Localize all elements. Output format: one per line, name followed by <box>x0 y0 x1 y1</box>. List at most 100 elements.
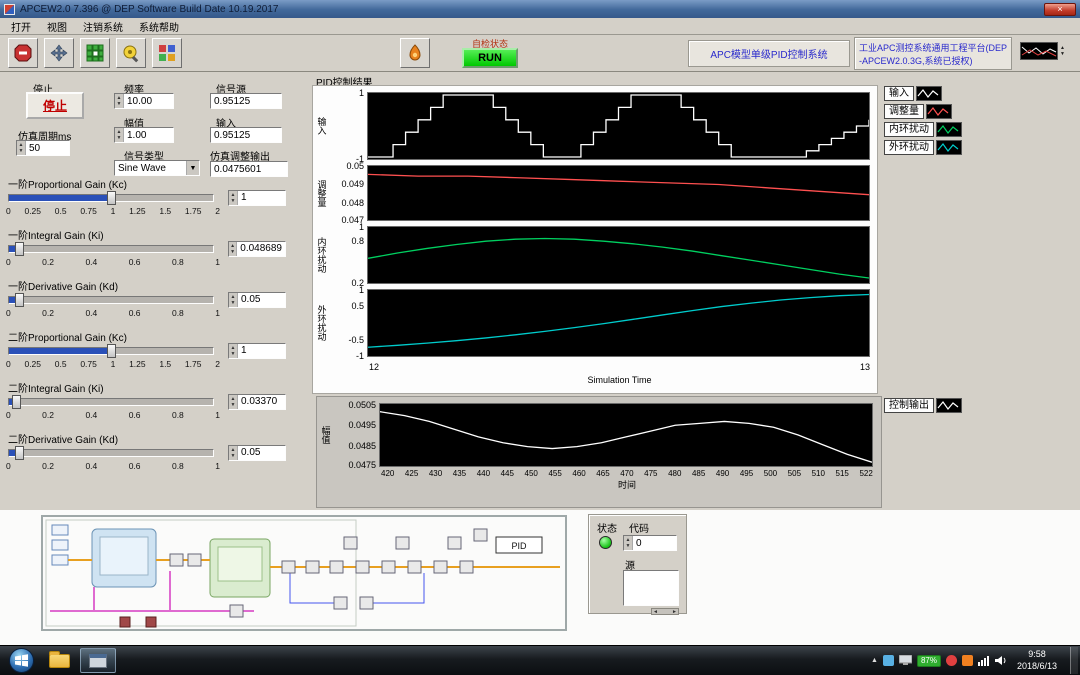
legend-item[interactable]: 输入 <box>884 86 962 101</box>
chevron-down-icon[interactable]: ▼ <box>186 161 199 175</box>
spinner-arrows[interactable]: ▲▼ <box>115 94 124 108</box>
y-tick-label: 0.0485 <box>348 441 376 451</box>
gain-slider: 二阶Integral Gain (Ki) ▲▼ 0.03370 00.20.40… <box>8 380 306 420</box>
source-textbox[interactable] <box>623 570 679 606</box>
spinner-arrows[interactable]: ▲▼ <box>17 141 26 155</box>
slider-track[interactable] <box>8 245 214 253</box>
spinner-arrows[interactable]: ▲▼ <box>229 242 237 256</box>
signal-type-dropdown[interactable]: Sine Wave ▼ <box>114 160 200 176</box>
plot-line <box>368 227 869 283</box>
y-tick-label: 0.0505 <box>348 400 376 410</box>
slider-track[interactable] <box>8 347 214 355</box>
network-icon[interactable] <box>978 655 990 666</box>
x-tick-label: 475 <box>644 469 657 478</box>
alarm-tool-button[interactable] <box>400 38 430 68</box>
taskbar: ▲ 87% 9:58 2018/6/13 <box>0 645 1080 675</box>
slider-value-box[interactable]: ▲▼ 1 <box>228 190 286 206</box>
show-desktop-button[interactable] <box>1070 647 1078 674</box>
spinner-arrows[interactable]: ▲▼ <box>624 536 633 550</box>
output-plot-area <box>379 403 873 467</box>
slider-track[interactable] <box>8 398 214 406</box>
slider-value: 0.048689 <box>237 243 285 254</box>
taskbar-app-button[interactable] <box>80 648 116 673</box>
taskbar-clock[interactable]: 9:58 2018/6/13 <box>1017 649 1057 672</box>
tick-label: 0.5 <box>55 206 67 216</box>
slider-fill <box>9 195 111 201</box>
tray-app-icon-blue[interactable] <box>883 655 894 666</box>
legend-item[interactable]: 调整量 <box>884 104 962 119</box>
y-tick-label: 1 <box>359 285 364 295</box>
menu-open[interactable]: 打开 <box>3 18 39 35</box>
x-tick-label: 430 <box>429 469 442 478</box>
tick-label: 1.25 <box>129 359 146 369</box>
plot-row: 输入1-1 <box>315 92 870 160</box>
spinner-arrows[interactable]: ▲▼ <box>115 128 124 142</box>
tick-label: 0.2 <box>42 410 54 420</box>
spinner-arrows[interactable]: ▲▼ <box>229 446 238 460</box>
block-diagram: PID <box>4 513 586 641</box>
tray-display-icon[interactable] <box>899 655 912 666</box>
source-scrollbar[interactable]: ◄► <box>651 608 679 615</box>
volume-icon[interactable] <box>995 655 1007 666</box>
plot-y-ticks: 10.80.2 <box>329 226 367 284</box>
run-button[interactable]: RUN <box>462 48 518 68</box>
battery-indicator[interactable]: 87% <box>917 655 941 667</box>
x-tick-label: 505 <box>788 469 801 478</box>
slider-value-box[interactable]: ▲▼ 1 <box>228 343 286 359</box>
slider-track[interactable] <box>8 296 214 304</box>
slider-value-box[interactable]: ▲▼ 0.048689 <box>228 241 286 257</box>
probe-tool-button[interactable] <box>116 38 146 68</box>
tray-expand-icon[interactable]: ▲ <box>871 657 878 664</box>
abort-tool-button[interactable] <box>8 38 38 68</box>
slider-thumb[interactable] <box>15 242 24 256</box>
stop-button[interactable]: 停止 <box>26 92 84 119</box>
plot-area <box>367 92 870 160</box>
slider-thumb[interactable] <box>107 344 116 358</box>
palette-tool-button[interactable] <box>152 38 182 68</box>
legend-wave-icon <box>917 87 941 100</box>
slider-thumb[interactable] <box>15 293 24 307</box>
tick-label: 0.5 <box>55 359 67 369</box>
connector-tool-button[interactable] <box>80 38 110 68</box>
spinner-arrows[interactable]: ▲▼ <box>229 344 238 358</box>
legend-item[interactable]: 内环扰动 <box>884 122 962 137</box>
legend-wave-icon <box>937 399 961 412</box>
output-y-ticks: 0.05050.04950.04850.0475 <box>333 403 379 467</box>
slider-track[interactable] <box>8 449 214 457</box>
close-button[interactable]: × <box>1044 3 1076 16</box>
slider-label: 一阶Derivative Gain (Kd) <box>8 278 306 291</box>
navigate-tool-button[interactable] <box>44 38 74 68</box>
amplitude-input[interactable]: ▲▼ 1.00 <box>114 127 174 143</box>
legend-item[interactable]: 控制输出 <box>884 398 962 413</box>
x-tick-label: 500 <box>764 469 777 478</box>
slider-thumb[interactable] <box>15 446 24 460</box>
menu-help[interactable]: 系统帮助 <box>131 18 187 35</box>
slider-value-box[interactable]: ▲▼ 0.03370 <box>228 394 286 410</box>
clock-date: 2018/6/13 <box>1017 661 1057 673</box>
taskbar-explorer-button[interactable] <box>41 648 77 673</box>
code-input[interactable]: ▲▼ 0 <box>623 535 677 551</box>
tick-label: 0.4 <box>85 461 97 471</box>
tray-app-icon-red[interactable] <box>946 655 957 666</box>
slider-fill <box>9 348 111 354</box>
sim-period-input[interactable]: ▲▼ 50 <box>16 140 70 156</box>
slider-track[interactable] <box>8 194 214 202</box>
status-led <box>599 536 612 549</box>
mini-trend-spinner[interactable]: ▲▼ <box>1060 45 1065 57</box>
spinner-arrows[interactable]: ▲▼ <box>229 191 238 205</box>
menu-view[interactable]: 视图 <box>39 18 75 35</box>
legend-wave-icon <box>937 141 961 154</box>
frequency-input[interactable]: ▲▼ 10.00 <box>114 93 174 109</box>
spinner-arrows[interactable]: ▲▼ <box>229 293 238 307</box>
pid-chart-panel: 输入1-1调整量0.050.0490.0480.047内环扰动10.80.2外环… <box>312 85 878 394</box>
slider-value-box[interactable]: ▲▼ 0.05 <box>228 445 286 461</box>
slider-thumb[interactable] <box>12 395 21 409</box>
legend-item[interactable]: 外环扰动 <box>884 140 962 155</box>
spinner-arrows[interactable]: ▲▼ <box>229 395 238 409</box>
slider-value-box[interactable]: ▲▼ 0.05 <box>228 292 286 308</box>
menu-logout[interactable]: 注销系统 <box>75 18 131 35</box>
tick-label: 1 <box>111 359 116 369</box>
start-button[interactable] <box>9 648 34 673</box>
tray-app-icon-orange[interactable] <box>962 655 973 666</box>
slider-thumb[interactable] <box>107 191 116 205</box>
